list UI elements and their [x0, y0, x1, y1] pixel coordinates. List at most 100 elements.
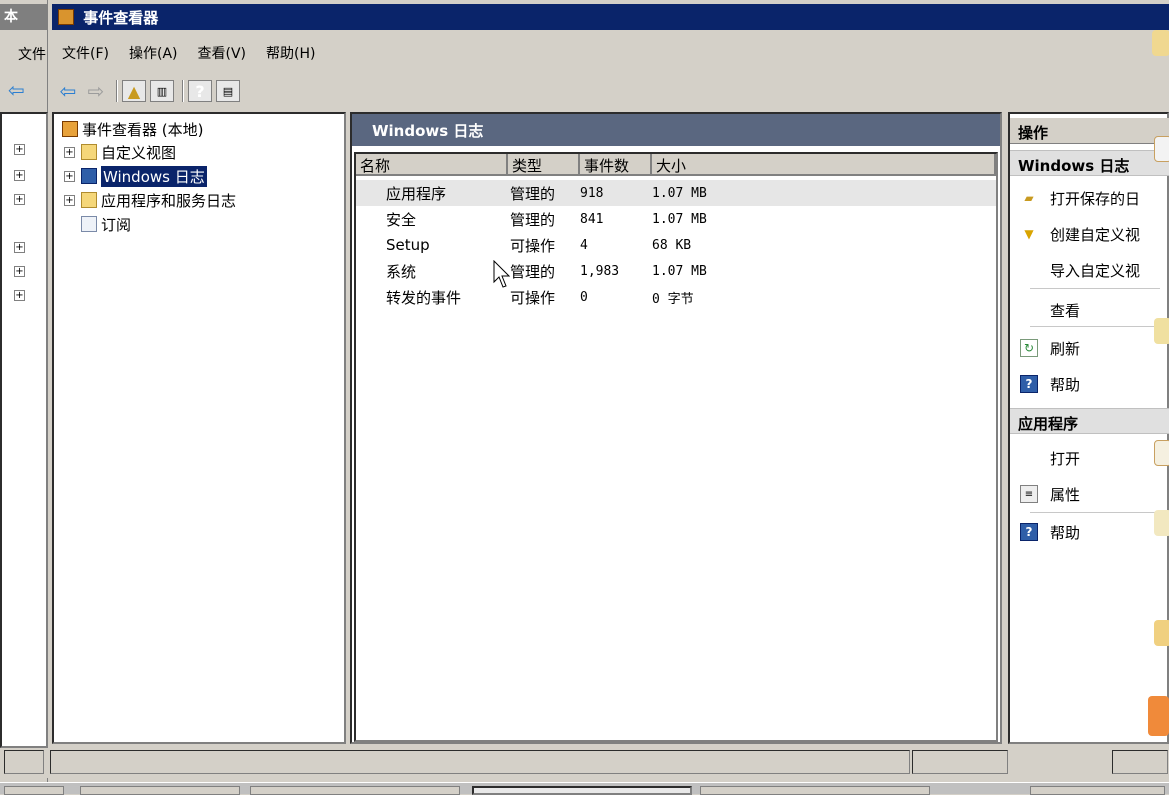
- desktop-icon[interactable]: [1154, 620, 1169, 646]
- table-row[interactable]: 系统 管理的 1,983 1.07 MB: [356, 258, 996, 284]
- expand-icon[interactable]: +: [64, 194, 75, 206]
- results-pane-header: Windows 日志: [352, 114, 1000, 146]
- row-count: 918: [580, 185, 604, 201]
- row-name: 安全: [386, 210, 417, 229]
- help-icon[interactable]: ?: [188, 80, 212, 102]
- row-type: 管理的: [510, 184, 556, 203]
- actions-pane: 操作 Windows 日志 ▰ 打开保存的日 ▼ 创建自定义视 导入自定义视 查…: [1008, 112, 1169, 744]
- menu-bar: 文件(F) 操作(A) 查看(V) 帮助(H): [52, 38, 1169, 68]
- row-type: 可操作: [510, 236, 556, 255]
- window-titlebar[interactable]: 事件查看器: [52, 4, 1169, 30]
- desktop-icon[interactable]: [1152, 30, 1169, 56]
- action-open[interactable]: 打开: [1010, 444, 1169, 472]
- action-help-2[interactable]: ? 帮助: [1010, 518, 1169, 546]
- subscription-icon: [81, 216, 97, 232]
- column-header-type[interactable]: 类型: [508, 154, 580, 176]
- menu-file[interactable]: 文件(F): [62, 43, 109, 63]
- forward-arrow-icon[interactable]: ⇨: [84, 79, 108, 103]
- expand-icon[interactable]: +: [64, 146, 75, 158]
- action-properties[interactable]: ≡ 属性: [1010, 480, 1169, 508]
- row-type: 管理的: [510, 210, 556, 229]
- action-label: 查看: [1050, 301, 1081, 320]
- desktop-icon[interactable]: [1148, 696, 1169, 736]
- action-separator: [1030, 326, 1160, 327]
- actions-section-application[interactable]: 应用程序: [1010, 408, 1169, 434]
- tree-root[interactable]: 事件查看器 (本地): [62, 118, 203, 140]
- background-window-title[interactable]: 本: [0, 4, 48, 30]
- taskbar: [0, 782, 1169, 795]
- background-expand-icon[interactable]: +: [14, 170, 25, 181]
- background-expand-icon[interactable]: +: [14, 194, 25, 205]
- tree-item-label: 应用程序和服务日志: [101, 191, 237, 210]
- up-folder-icon[interactable]: ▲: [122, 80, 146, 102]
- menu-action[interactable]: 操作(A): [129, 43, 178, 63]
- windows-logs-folder-icon: [81, 168, 97, 184]
- background-back-icon[interactable]: ⇦: [0, 76, 48, 104]
- action-label: 创建自定义视: [1050, 225, 1141, 244]
- tree-item-app-service-logs[interactable]: + 应用程序和服务日志: [64, 189, 236, 211]
- action-create-custom-view[interactable]: ▼ 创建自定义视: [1010, 220, 1169, 248]
- status-cell: [4, 750, 44, 774]
- log-list[interactable]: 名称 类型 事件数 大小 应用程序 管理的 918 1.07 MB 安全 管理的…: [354, 152, 998, 742]
- show-hide-action-pane-icon[interactable]: ▤: [216, 80, 240, 102]
- action-open-saved-log[interactable]: ▰ 打开保存的日: [1010, 184, 1169, 212]
- event-viewer-icon: [62, 121, 78, 137]
- status-bar: [0, 748, 1169, 778]
- toolbar-separator: [116, 80, 118, 102]
- table-row[interactable]: 转发的事件 可操作 0 0 字节: [356, 284, 996, 310]
- help-icon: ?: [1020, 375, 1038, 393]
- table-row[interactable]: 应用程序 管理的 918 1.07 MB: [356, 180, 996, 206]
- background-expand-icon[interactable]: +: [14, 144, 25, 155]
- tree-item-windows-logs[interactable]: + Windows 日志: [64, 164, 208, 188]
- row-name: 系统: [386, 262, 417, 281]
- background-menu-item[interactable]: 文件: [0, 38, 48, 68]
- background-expand-icon[interactable]: +: [14, 242, 25, 253]
- menu-help[interactable]: 帮助(H): [266, 43, 315, 63]
- console-tree[interactable]: 事件查看器 (本地) + 自定义视图 + Windows 日志 + 应用程序和服…: [52, 112, 346, 744]
- action-help[interactable]: ? 帮助: [1010, 370, 1169, 398]
- show-hide-tree-icon[interactable]: ▥: [150, 80, 174, 102]
- desktop-icon[interactable]: [1154, 440, 1169, 466]
- background-expand-icon[interactable]: +: [14, 290, 25, 301]
- tree-root-label: 事件查看器 (本地): [82, 120, 204, 139]
- action-label: 打开保存的日: [1050, 189, 1141, 208]
- desktop-icon[interactable]: [1154, 318, 1169, 344]
- actions-section-windows-logs[interactable]: Windows 日志: [1010, 150, 1169, 176]
- desktop-icon[interactable]: [1154, 136, 1169, 162]
- action-view[interactable]: 查看: [1010, 296, 1169, 324]
- desktop-icon[interactable]: [1154, 510, 1169, 536]
- column-header-size[interactable]: 大小: [652, 154, 996, 176]
- menu-view[interactable]: 查看(V): [198, 43, 247, 63]
- event-viewer-icon: [58, 9, 74, 25]
- folder-filter-icon: [81, 144, 97, 160]
- row-count: 841: [580, 211, 604, 227]
- action-separator: [1030, 288, 1160, 289]
- row-name: Setup: [386, 236, 430, 254]
- action-refresh[interactable]: ↻ 刷新: [1010, 334, 1169, 362]
- row-size: 1.07 MB: [652, 211, 707, 227]
- row-size: 0 字节: [652, 291, 694, 307]
- action-import-custom-view[interactable]: 导入自定义视: [1010, 256, 1169, 284]
- results-pane: Windows 日志 名称 类型 事件数 大小 应用程序 管理的 918 1.0…: [350, 112, 1002, 744]
- expand-icon[interactable]: +: [64, 170, 75, 182]
- row-name: 转发的事件: [386, 288, 462, 307]
- tree-item-label: Windows 日志: [100, 164, 208, 188]
- action-label: 刷新: [1050, 339, 1081, 358]
- help-icon: ?: [1020, 523, 1038, 541]
- column-header-name[interactable]: 名称: [356, 154, 508, 176]
- background-tree-pane[interactable]: + + + + + +: [0, 112, 48, 748]
- row-count: 1,983: [580, 263, 620, 279]
- background-window[interactable]: 本 文件 ⇦ + + + + + +: [0, 0, 48, 794]
- table-row[interactable]: Setup 可操作 4 68 KB: [356, 232, 996, 258]
- toolbar: ⇦ ⇨ ▲ ▥ ? ▤: [52, 76, 1169, 106]
- column-header-count[interactable]: 事件数: [580, 154, 652, 176]
- background-window-title-text: 本: [4, 9, 18, 25]
- filter-icon: ▼: [1024, 227, 1034, 241]
- table-row[interactable]: 安全 管理的 841 1.07 MB: [356, 206, 996, 232]
- tree-item-subscriptions[interactable]: 订阅: [81, 213, 131, 235]
- background-expand-icon[interactable]: +: [14, 266, 25, 277]
- back-arrow-icon[interactable]: ⇦: [56, 79, 80, 103]
- tree-item-custom-views[interactable]: + 自定义视图: [64, 141, 176, 163]
- row-type: 可操作: [510, 288, 556, 307]
- action-label: 属性: [1050, 485, 1081, 504]
